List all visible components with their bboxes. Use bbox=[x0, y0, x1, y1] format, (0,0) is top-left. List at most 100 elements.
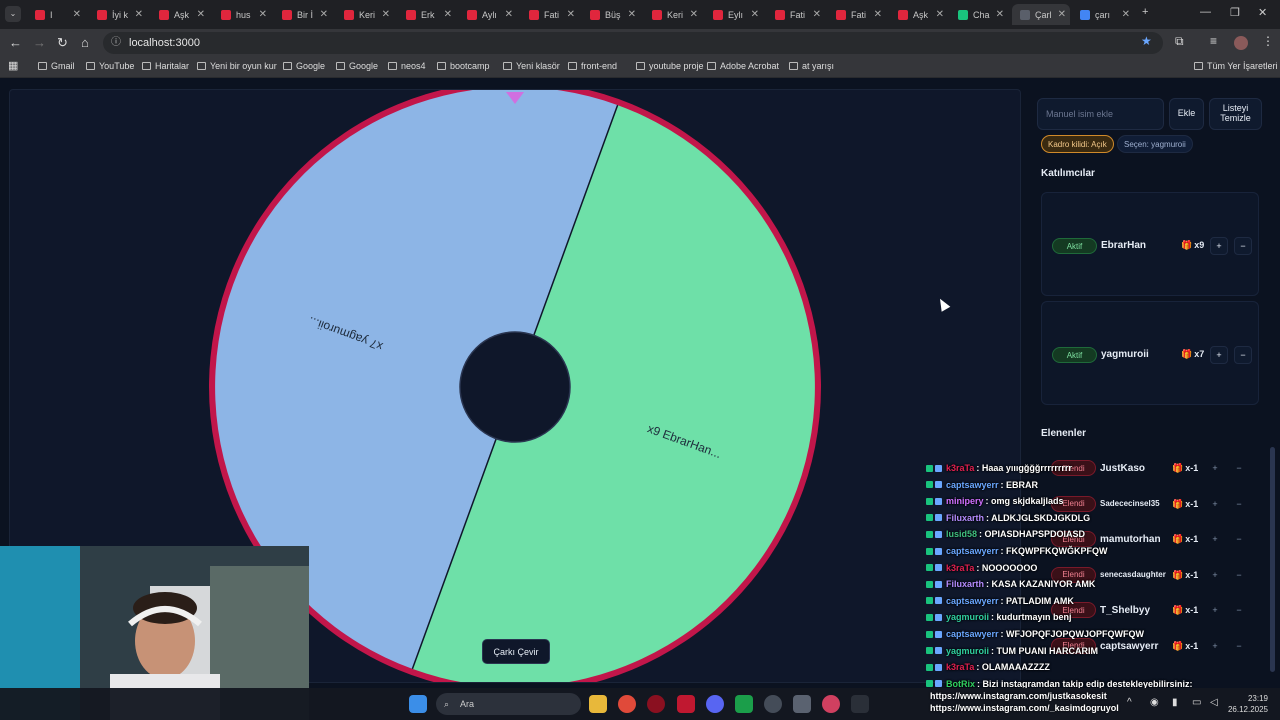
eliminated-scrollbar[interactable] bbox=[1270, 447, 1275, 672]
display-icon[interactable]: ▭ bbox=[1192, 697, 1201, 708]
new-tab-button[interactable]: + bbox=[1142, 6, 1148, 18]
browser-tab[interactable]: Cha ✕ bbox=[950, 4, 1008, 25]
home-icon[interactable]: ⌂ bbox=[81, 35, 89, 50]
bookmark-item[interactable]: youtube proje bbox=[636, 61, 704, 71]
record-app-icon[interactable] bbox=[647, 695, 665, 713]
settings-icon[interactable] bbox=[793, 695, 811, 713]
browser-tab[interactable]: Fati ✕ bbox=[767, 4, 825, 25]
browser-tab[interactable]: Bir İ ✕ bbox=[274, 4, 332, 25]
all-bookmarks[interactable]: Tüm Yer İşaretleri bbox=[1194, 61, 1278, 71]
close-window-icon[interactable]: ✕ bbox=[1258, 6, 1267, 19]
browser-tab[interactable]: Büş ✕ bbox=[582, 4, 640, 25]
browser-tab[interactable]: I ✕ bbox=[27, 4, 85, 25]
tab-close-icon[interactable]: ✕ bbox=[813, 9, 821, 20]
chrome-icon[interactable] bbox=[618, 695, 636, 713]
bookmark-item[interactable]: bootcamp bbox=[437, 61, 490, 71]
decrement-button[interactable]: − bbox=[1230, 530, 1248, 548]
start-icon[interactable] bbox=[409, 695, 427, 713]
browser-tab[interactable]: hus ✕ bbox=[213, 4, 271, 25]
bookmark-item[interactable]: Yeni bir oyun kur bbox=[197, 61, 277, 71]
site-info-icon[interactable]: ⓘ bbox=[111, 32, 121, 54]
bookmark-item[interactable]: Adobe Acrobat bbox=[707, 61, 779, 71]
bookmark-item[interactable]: Yeni klasör bbox=[503, 61, 560, 71]
tab-search-icon[interactable]: ⌄ bbox=[5, 6, 21, 22]
terminal-icon[interactable] bbox=[851, 695, 869, 713]
name-input[interactable] bbox=[1037, 98, 1164, 130]
bookmark-item[interactable]: YouTube bbox=[86, 61, 134, 71]
clear-list-button[interactable]: Listeyi Temizle bbox=[1209, 98, 1262, 130]
media-icon[interactable]: ≡ bbox=[1210, 34, 1217, 48]
decrement-button[interactable]: − bbox=[1230, 459, 1248, 477]
clock[interactable]: 23:19 26.12.2025 bbox=[1226, 693, 1268, 715]
increment-button[interactable]: + bbox=[1206, 530, 1224, 548]
tab-close-icon[interactable]: ✕ bbox=[874, 9, 882, 20]
bookmark-item[interactable]: at yarışı bbox=[789, 61, 834, 71]
spin-button[interactable]: Çarkı Çevir bbox=[482, 639, 550, 664]
bookmark-item[interactable]: Gmail bbox=[38, 61, 75, 71]
taskbar-search[interactable]: ⌕ Ara bbox=[436, 693, 581, 715]
bookmark-item[interactable]: Google bbox=[283, 61, 325, 71]
maximize-icon[interactable]: ❐ bbox=[1230, 6, 1240, 19]
increment-button[interactable]: + bbox=[1206, 459, 1224, 477]
file-explorer-icon[interactable] bbox=[589, 695, 607, 713]
browser-tab[interactable]: Eylı ✕ bbox=[705, 4, 763, 25]
increment-button[interactable]: + bbox=[1206, 637, 1224, 655]
decrement-button[interactable]: − bbox=[1234, 237, 1252, 255]
increment-button[interactable]: + bbox=[1206, 601, 1224, 619]
decrement-button[interactable]: − bbox=[1230, 601, 1248, 619]
tab-close-icon[interactable]: ✕ bbox=[996, 9, 1004, 20]
address-bar[interactable]: ⓘ localhost:3000 bbox=[103, 32, 1163, 54]
app-icon[interactable] bbox=[677, 695, 695, 713]
volume-icon[interactable]: ◁ bbox=[1210, 697, 1218, 708]
increment-button[interactable]: + bbox=[1210, 346, 1228, 364]
battery-icon[interactable]: ▮ bbox=[1172, 697, 1178, 708]
tab-close-icon[interactable]: ✕ bbox=[751, 9, 759, 20]
forward-icon[interactable]: → bbox=[33, 35, 46, 50]
tab-close-icon[interactable]: ✕ bbox=[259, 9, 267, 20]
apps-icon[interactable]: ▦ bbox=[8, 59, 18, 72]
tab-close-icon[interactable]: ✕ bbox=[135, 9, 143, 20]
browser-tab[interactable]: Keri ✕ bbox=[336, 4, 394, 25]
tab-close-icon[interactable]: ✕ bbox=[690, 9, 698, 20]
add-button[interactable]: Ekle bbox=[1169, 98, 1204, 130]
browser-tab[interactable]: Fati ✕ bbox=[521, 4, 579, 25]
reload-icon[interactable]: ↻ bbox=[57, 35, 68, 51]
tab-close-icon[interactable]: ✕ bbox=[1122, 9, 1130, 20]
decrement-button[interactable]: − bbox=[1230, 495, 1248, 513]
tab-close-icon[interactable]: ✕ bbox=[444, 9, 452, 20]
game-icon[interactable] bbox=[735, 695, 753, 713]
tab-close-icon[interactable]: ✕ bbox=[382, 9, 390, 20]
tab-close-icon[interactable]: ✕ bbox=[567, 9, 575, 20]
extensions-icon[interactable]: ⧉ bbox=[1175, 34, 1184, 49]
increment-button[interactable]: + bbox=[1206, 495, 1224, 513]
network-icon[interactable]: ◉ bbox=[1150, 697, 1159, 708]
tab-close-icon[interactable]: ✕ bbox=[628, 9, 636, 20]
increment-button[interactable]: + bbox=[1210, 237, 1228, 255]
tab-close-icon[interactable]: ✕ bbox=[320, 9, 328, 20]
tab-close-icon[interactable]: ✕ bbox=[197, 9, 205, 20]
browser-tab[interactable]: Aşk ✕ bbox=[890, 4, 948, 25]
browser-tab[interactable]: İyi k ✕ bbox=[89, 4, 147, 25]
lock-chip[interactable]: Kadro kilidi: Açık bbox=[1041, 135, 1114, 153]
tab-close-icon[interactable]: ✕ bbox=[936, 9, 944, 20]
increment-button[interactable]: + bbox=[1206, 566, 1224, 584]
bookmark-item[interactable]: front-end bbox=[568, 61, 617, 71]
menu-icon[interactable]: ⋮ bbox=[1262, 34, 1274, 48]
decrement-button[interactable]: − bbox=[1230, 566, 1248, 584]
tab-close-icon[interactable]: ✕ bbox=[1058, 9, 1066, 20]
discord-icon[interactable] bbox=[706, 695, 724, 713]
maps-pin-icon[interactable] bbox=[822, 695, 840, 713]
browser-tab[interactable]: Aşk ✕ bbox=[151, 4, 209, 25]
browser-tab[interactable]: Keri ✕ bbox=[644, 4, 702, 25]
steam-icon[interactable] bbox=[764, 695, 782, 713]
decrement-button[interactable]: − bbox=[1234, 346, 1252, 364]
tab-close-icon[interactable]: ✕ bbox=[73, 9, 81, 20]
browser-tab[interactable]: Çarl ✕ bbox=[1012, 4, 1070, 25]
bookmark-item[interactable]: neos4 bbox=[388, 61, 426, 71]
browser-tab[interactable]: Erk ✕ bbox=[398, 4, 456, 25]
decrement-button[interactable]: − bbox=[1230, 637, 1248, 655]
tray-chevron-icon[interactable]: ^ bbox=[1127, 697, 1132, 708]
tab-close-icon[interactable]: ✕ bbox=[505, 9, 513, 20]
browser-tab[interactable]: Fati ✕ bbox=[828, 4, 886, 25]
browser-tab[interactable]: çarı ✕ bbox=[1072, 4, 1134, 25]
